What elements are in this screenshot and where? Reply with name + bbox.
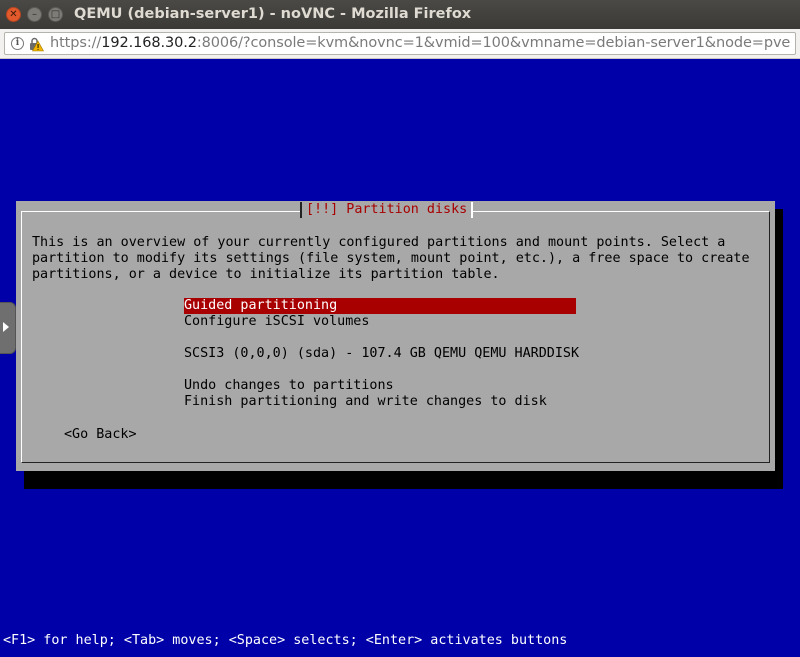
description-line: partition to modify its settings (file s… xyxy=(32,251,750,266)
url-host: 192.168.30.2 xyxy=(101,35,197,51)
minimize-window-button[interactable]: – xyxy=(27,7,42,22)
url-text: https://192.168.30.2:8006/?console=kvm&n… xyxy=(50,35,790,51)
close-window-button[interactable]: ✕ xyxy=(6,7,21,22)
url-field[interactable]: i https://192.168.30.2:8006/?console=kvm… xyxy=(4,32,796,55)
vnc-console-screen[interactable]: [!!] Partition disks This is an overview… xyxy=(0,59,800,657)
menu-item-guided-partitioning[interactable]: Guided partitioning xyxy=(184,298,576,314)
maximize-window-button[interactable]: □ xyxy=(48,7,63,22)
novnc-control-bar-handle[interactable] xyxy=(0,302,16,354)
menu-item-finish-partitioning[interactable]: Finish partitioning and write changes to… xyxy=(184,394,547,410)
window-title: QEMU (debian-server1) - noVNC - Mozilla … xyxy=(74,6,472,22)
dialog-title: [!!] Partition disks xyxy=(300,202,474,218)
info-icon[interactable]: i xyxy=(11,37,24,50)
url-scheme: https:// xyxy=(50,35,102,51)
go-back-button[interactable]: <Go Back> xyxy=(64,427,137,443)
description-line: partitions, or a device to initialize it… xyxy=(32,267,500,282)
window-titlebar: ✕ – □ QEMU (debian-server1) - noVNC - Mo… xyxy=(0,0,800,29)
help-status-line: <F1> for help; <Tab> moves; <Space> sele… xyxy=(3,633,568,648)
menu-item-undo-changes[interactable]: Undo changes to partitions xyxy=(184,378,394,394)
partition-disks-dialog: [!!] Partition disks This is an overview… xyxy=(16,201,775,471)
menu-item-disk-sda[interactable]: SCSI3 (0,0,0) (sda) - 107.4 GB QEMU QEMU… xyxy=(184,346,579,362)
lock-warning-icon[interactable] xyxy=(28,36,44,52)
url-path: :8006/?console=kvm&novnc=1&vmid=100&vmna… xyxy=(196,35,791,51)
menu-item-configure-iscsi[interactable]: Configure iSCSI volumes xyxy=(184,314,369,330)
description-line: This is an overview of your currently co… xyxy=(32,235,726,250)
navigation-toolbar: i https://192.168.30.2:8006/?console=kvm… xyxy=(0,29,800,59)
expand-arrow-icon xyxy=(3,322,9,332)
